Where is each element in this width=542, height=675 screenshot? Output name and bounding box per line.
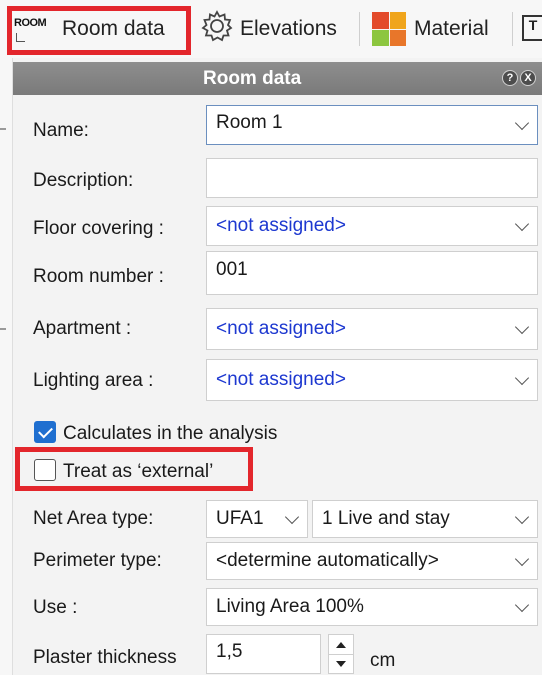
arrow-down-icon (336, 660, 346, 667)
checkmark-icon (37, 423, 53, 438)
elevations-label: Elevations (240, 17, 337, 40)
chevron-down-icon (514, 509, 530, 525)
room-icon-text: ROOM (14, 17, 47, 29)
use-label: Use : (33, 597, 78, 618)
perimeter-type-value: <determine automatically> (216, 550, 439, 571)
panel-title: Room data (203, 68, 302, 89)
net-area-type-label: Net Area type: (33, 508, 154, 529)
plaster-thickness-value: 1,5 (216, 641, 243, 662)
chevron-down-icon (514, 115, 530, 131)
gear-icon (200, 9, 234, 49)
chevron-down-icon (514, 597, 530, 613)
room-data-label: Room data (62, 17, 165, 40)
material-icon (372, 12, 406, 46)
description-label: Description: (33, 170, 134, 191)
plaster-thickness-field[interactable]: 1,5 (206, 634, 321, 674)
toolbar-separator (512, 12, 513, 46)
floor-covering-label: Floor covering : (33, 218, 164, 239)
stepper-up-button[interactable] (329, 635, 353, 655)
name-dropdown[interactable]: Room 1 (206, 105, 538, 145)
apartment-label: Apartment : (33, 318, 132, 339)
panel-header: Room data ? X (13, 62, 542, 95)
chevron-down-icon (514, 551, 530, 567)
room-data-button[interactable]: ROOM Room data (8, 9, 188, 49)
calculates-checkbox[interactable] (34, 421, 56, 443)
stepper-down-button[interactable] (329, 654, 353, 673)
treat-external-checkbox[interactable] (34, 459, 56, 481)
toolbar: ROOM Room data Elevations Material T (0, 0, 542, 59)
lighting-area-label: Lighting area : (33, 370, 154, 391)
net-area-type-value: 1 Live and stay (322, 508, 450, 529)
close-icon[interactable]: X (520, 70, 536, 86)
help-icon[interactable]: ? (502, 70, 518, 86)
description-field[interactable] (206, 158, 538, 198)
lighting-area-dropdown[interactable]: <not assigned> (206, 359, 538, 401)
calculates-label: Calculates in the analysis (63, 423, 278, 444)
room-number-field[interactable]: 001 (206, 251, 538, 295)
perimeter-type-dropdown[interactable]: <determine automatically> (206, 542, 538, 580)
toolbar-separator (359, 12, 360, 46)
plaster-thickness-unit: cm (370, 650, 396, 671)
text-tool-glyph: T (528, 17, 538, 33)
apartment-value: <not assigned> (216, 318, 346, 339)
plaster-thickness-label: Plaster thickness (33, 647, 177, 668)
chevron-down-icon (514, 370, 530, 386)
text-tool-button[interactable]: T (522, 15, 542, 41)
room-number-value: 001 (216, 259, 248, 280)
chevron-down-icon (514, 216, 530, 232)
arrow-up-icon (336, 641, 346, 648)
material-label: Material (414, 17, 489, 40)
name-value: Room 1 (216, 112, 283, 133)
room-number-label: Room number : (33, 266, 164, 287)
use-value: Living Area 100% (216, 596, 364, 617)
lighting-area-value: <not assigned> (216, 369, 346, 390)
material-button[interactable]: Material (372, 9, 489, 49)
perimeter-type-label: Perimeter type: (33, 550, 162, 571)
treat-external-label: Treat as ‘external’ (63, 461, 214, 482)
chevron-down-icon (514, 319, 530, 335)
elevations-button[interactable]: Elevations (200, 9, 337, 49)
name-label: Name: (33, 120, 89, 141)
apartment-dropdown[interactable]: <not assigned> (206, 308, 538, 350)
use-dropdown[interactable]: Living Area 100% (206, 588, 538, 626)
room-icon: ROOM (14, 17, 58, 45)
net-area-code-dropdown[interactable]: UFA1 (206, 500, 308, 538)
plaster-thickness-stepper (328, 634, 354, 674)
chevron-down-icon (284, 509, 300, 525)
left-gutter (0, 58, 13, 675)
floor-covering-dropdown[interactable]: <not assigned> (206, 206, 538, 246)
floor-covering-value: <not assigned> (216, 215, 346, 236)
net-area-type-dropdown[interactable]: 1 Live and stay (312, 500, 538, 538)
net-area-code-value: UFA1 (216, 508, 264, 529)
